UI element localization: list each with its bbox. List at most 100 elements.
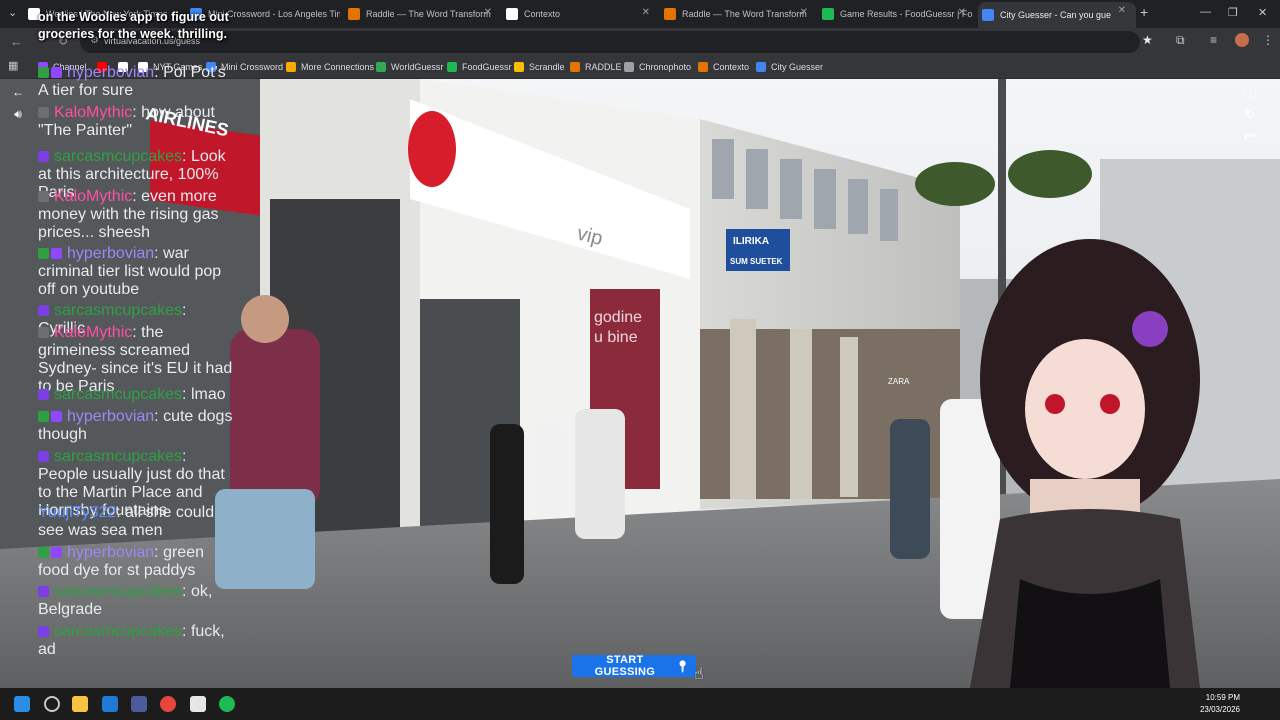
bookmark-10[interactable]: Chronophoto — [624, 60, 691, 74]
moderator-badge-icon — [38, 327, 49, 338]
back-icon[interactable]: ← — [10, 34, 23, 49]
bookmark-9[interactable]: RADDLE — [570, 60, 622, 74]
chat-message: hyperbovian: Pol Pot's A tier for sure — [38, 64, 226, 99]
map-pin-icon: 📍︎ — [675, 660, 690, 673]
search-icon[interactable] — [44, 696, 60, 712]
tab-3[interactable]: Contexto ✕ — [506, 4, 656, 24]
chat-username: sarcasmcupcakes — [54, 148, 183, 165]
app-icon[interactable] — [190, 696, 206, 712]
tab-4[interactable]: Raddle — The Word Transform ✕ — [664, 4, 814, 24]
twitch-badge-icon — [38, 389, 49, 400]
bookmark-label: City Guesser — [771, 62, 824, 72]
minimize-icon[interactable]: — — [1200, 6, 1211, 18]
moderator-badge-icon — [38, 107, 49, 118]
tab-5[interactable]: Game Results - FoodGuessr | Fo ✕ — [822, 4, 972, 24]
twitch-badge-icon — [51, 411, 62, 422]
overlay-line-0: on the Woolies app to figure out — [38, 10, 229, 24]
chat-username: sarcasmcupcakes — [54, 386, 183, 403]
bookmark-8[interactable]: Scrandle — [514, 60, 565, 74]
bookmark-label: WorldGuessr — [391, 62, 444, 72]
tab-close-icon[interactable]: ✕ — [958, 7, 966, 18]
chat-message: hyperbovian: war criminal tier list woul… — [38, 245, 222, 298]
profile-avatar[interactable] — [1235, 33, 1249, 47]
bookmark-favicon-icon — [514, 62, 524, 72]
chat-message: KaloMythic: even more money with the ris… — [38, 188, 219, 241]
twitch-badge-icon — [51, 248, 62, 259]
twitch-badge-icon — [38, 586, 49, 597]
bookmark-favicon-icon — [756, 62, 766, 72]
bookmark-label: More Connections — [301, 62, 375, 72]
chat-username: sarcasmcupcakes — [54, 448, 183, 465]
clock-time: 10:59 PM — [1205, 693, 1240, 702]
chat-username: sarcasmcupcakes — [54, 623, 183, 640]
chat-message: sarcasmcupcakes: fuck, ad — [38, 623, 225, 658]
bookmark-label: Scrandle — [529, 62, 565, 72]
new-tab-icon[interactable]: + — [1140, 4, 1148, 20]
system-clock[interactable]: 10:59 PM 23/03/2026 — [1200, 692, 1240, 716]
start-guessing-button[interactable]: START GUESSING 📍︎ — [572, 654, 696, 678]
spotify-icon[interactable] — [219, 696, 235, 712]
chat-username: sarcasmcupcakes — [54, 302, 183, 319]
bank-sign-text: ILIRIKA — [733, 236, 769, 247]
zara-sign-text: ZARA — [888, 377, 910, 386]
tab-search-icon[interactable]: ⌄ — [8, 6, 17, 19]
twitch-badge-icon — [51, 67, 62, 78]
bookmark-7[interactable]: FoodGuessr — [447, 60, 512, 74]
mouse-cursor-icon: ☝︎ — [694, 666, 704, 683]
chat-username: sarcasmcupcakes — [54, 583, 183, 600]
chat-username: KaloMythic — [54, 104, 133, 121]
chat-username: hyperbovian — [67, 544, 155, 561]
chat-message: YuujiTy322: all she could see was sea me… — [38, 504, 215, 539]
tab-close-icon[interactable]: ✕ — [484, 7, 492, 18]
rewind-icon[interactable]: ⏮ — [1240, 127, 1260, 145]
bookmark-star-icon[interactable]: ★ — [1142, 33, 1153, 47]
subscriber-badge-icon — [38, 547, 49, 558]
sound-icon[interactable]: 🔊︎ — [8, 105, 28, 123]
extensions-icon[interactable]: ⧉ — [1176, 33, 1185, 48]
tab-close-icon[interactable]: ✕ — [642, 7, 650, 18]
file-explorer-icon[interactable] — [72, 696, 88, 712]
bookmark-12[interactable]: City Guesser — [756, 60, 823, 74]
bookmark-label: Contexto — [713, 62, 750, 72]
chrome-icon[interactable] — [160, 696, 176, 712]
tab-close-icon[interactable]: ✕ — [800, 7, 808, 18]
refresh-icon[interactable]: ↻ — [1240, 105, 1260, 123]
bookmark-11[interactable]: Contexto — [698, 60, 749, 74]
back-arrow-icon[interactable]: ← — [8, 83, 28, 101]
subscriber-badge-icon — [38, 67, 49, 78]
windows-taskbar: 10:59 PM 23/03/2026 — [0, 688, 1280, 720]
clock-date: 23/03/2026 — [1199, 705, 1240, 714]
tab-title: Raddle — The Word Transform — [682, 9, 807, 19]
twitch-badge-icon — [38, 626, 49, 637]
bookmark-favicon-icon — [624, 62, 634, 72]
chat-message: sarcasmcupcakes: lmao — [38, 386, 238, 404]
chat-username: hyperbovian — [67, 408, 155, 425]
apps-grid-icon[interactable]: ▦ — [8, 59, 18, 72]
tab-6-active[interactable]: City Guesser - Can you gue ✕ — [978, 2, 1136, 28]
bank-sub-sign-text: SUM SUETEK — [730, 257, 783, 266]
twitch-badge-icon — [38, 305, 49, 316]
media-control-icon[interactable]: ≡ — [1210, 33, 1217, 47]
vscode-icon[interactable] — [131, 696, 147, 712]
bookmark-favicon-icon — [570, 62, 580, 72]
info-icon[interactable]: ⓘ — [1240, 83, 1260, 101]
address-bar[interactable] — [80, 31, 1140, 53]
chat-username: hyperbovian — [67, 64, 155, 81]
bookmark-5[interactable]: More Connections — [286, 60, 374, 74]
tab-title: City Guesser - Can you gue — [1000, 10, 1112, 20]
windows-start-icon[interactable] — [14, 696, 30, 712]
tab-title: Contexto — [524, 9, 561, 19]
maximize-icon[interactable]: ❐ — [1228, 6, 1238, 19]
bookmark-6[interactable]: WorldGuessr — [376, 60, 443, 74]
close-window-icon[interactable]: ✕ — [1258, 6, 1267, 19]
bookmark-favicon-icon — [698, 62, 708, 72]
store-icon[interactable] — [102, 696, 118, 712]
chat-username: KaloMythic — [54, 188, 133, 205]
tab-2[interactable]: Raddle — The Word Transform ✕ — [348, 4, 498, 24]
twitch-badge-icon — [38, 451, 49, 462]
tab-close-icon[interactable]: ✕ — [1118, 5, 1126, 16]
poster-line1-text: godine — [594, 309, 642, 326]
menu-icon[interactable]: ⋮ — [1262, 33, 1274, 47]
chat-text: lmao — [190, 386, 226, 403]
start-guessing-label: START GUESSING — [594, 654, 656, 678]
